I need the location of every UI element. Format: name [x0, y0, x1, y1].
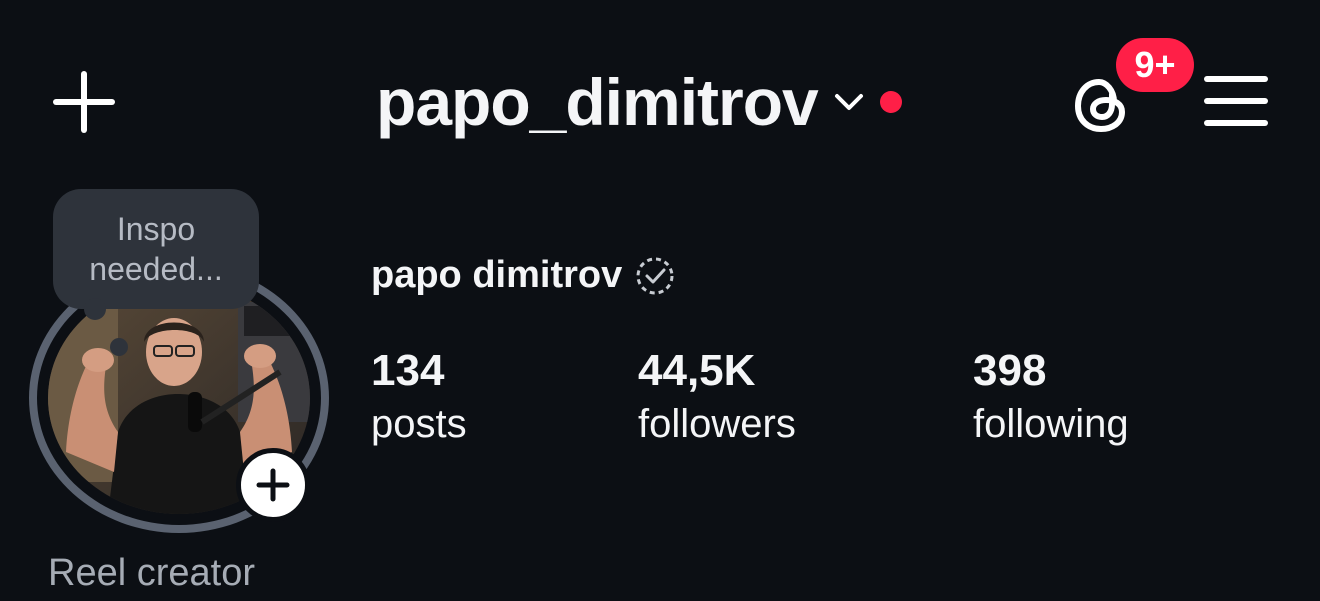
display-name: papo dimitrov — [371, 254, 623, 296]
profile-screen: papo_dimitrov 9+ Inspo needed... Reel cr… — [0, 0, 1320, 601]
menu-button[interactable] — [1204, 74, 1268, 128]
note-text-line2: needed... — [89, 251, 223, 287]
followers-label: followers — [638, 402, 796, 446]
stat-posts[interactable]: 134 posts — [371, 346, 467, 452]
stat-followers[interactable]: 44,5K followers — [638, 346, 796, 452]
following-count: 398 — [973, 346, 1047, 395]
plus-icon — [256, 468, 290, 502]
account-switcher[interactable]: papo_dimitrov — [376, 62, 902, 142]
add-story-button[interactable] — [236, 448, 310, 522]
stat-following[interactable]: 398 following — [973, 346, 1129, 452]
menu-icon — [1204, 76, 1268, 126]
notification-badge: 9+ — [1116, 38, 1194, 92]
chevron-down-icon — [834, 94, 863, 110]
verified-badge-icon[interactable] — [634, 255, 676, 297]
display-name-row: papo dimitrov — [371, 254, 676, 297]
create-button[interactable] — [52, 70, 116, 134]
unread-dot — [879, 91, 902, 113]
note-bubble[interactable]: Inspo needed... — [53, 189, 259, 309]
note-tail-dot-small — [110, 338, 128, 356]
profile-category: Reel creator — [48, 552, 255, 594]
posts-count: 134 — [371, 346, 445, 395]
posts-label: posts — [371, 402, 467, 446]
note-tail-dot — [84, 298, 106, 320]
following-label: following — [973, 402, 1129, 446]
username-title: papo_dimitrov — [376, 65, 819, 139]
note-text-line1: Inspo — [116, 211, 196, 247]
followers-count: 44,5K — [638, 346, 756, 395]
plus-icon — [53, 71, 115, 133]
